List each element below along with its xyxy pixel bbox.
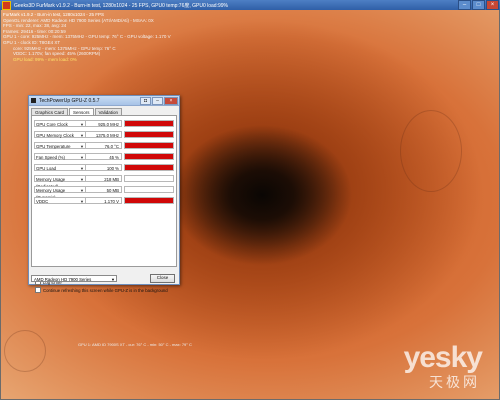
watermark-subtitle: 天极网 <box>429 374 480 390</box>
yesky-watermark: yesky 天极网 <box>403 341 483 392</box>
sensor-value: 50 MB <box>86 185 122 193</box>
chevron-down-icon: ▼ <box>80 187 84 193</box>
minimize-button[interactable]: – <box>458 0 471 10</box>
sensor-value: 45 % <box>86 152 122 160</box>
tab-sensors[interactable]: Sensors <box>69 108 94 115</box>
chevron-down-icon: ▼ <box>80 121 84 127</box>
tab-validation[interactable]: Validation <box>94 108 122 115</box>
sensor-graph-fill <box>125 120 173 126</box>
sensor-graph-fill <box>125 153 173 159</box>
chevron-down-icon: ▼ <box>80 176 84 182</box>
sensor-name: GPU Core Clock <box>36 121 68 127</box>
sketch-decoration <box>400 110 462 192</box>
sensor-row: Memory Usage (Dynamic) ▼ 50 MB <box>34 185 174 200</box>
camera-icon[interactable]: ◘ <box>140 96 151 105</box>
sensor-selector[interactable]: Memory Usage (Dedicated) ▼ <box>34 174 86 189</box>
sketch-decoration <box>4 330 46 372</box>
sensor-graph <box>124 196 174 204</box>
chevron-down-icon: ▼ <box>80 132 84 138</box>
sensor-graph-fill <box>125 197 173 203</box>
gpuz-window: TechPowerUp GPU-Z 0.5.7 ◘ – × Graphics C… <box>28 95 180 293</box>
sensor-graph-fill <box>125 142 173 148</box>
gpuz-title: TechPowerUp GPU-Z 0.5.7 <box>39 97 100 104</box>
sensor-selector[interactable]: GPU Core Clock ▼ <box>34 119 86 127</box>
window-controls: – □ × <box>458 0 500 10</box>
gpuz-tabs: Graphics Card Sensors Validation <box>29 106 179 115</box>
sensor-row: Memory Usage (Dedicated) ▼ 218 MB <box>34 174 174 189</box>
sensor-selector[interactable]: GPU Temperature ▼ <box>34 141 86 149</box>
refresh-background-option[interactable]: Continue refreshing this screen while GP… <box>35 287 168 293</box>
gpuz-app-icon <box>31 98 36 103</box>
sensor-selector[interactable]: Fan Speed (%) ▼ <box>34 152 86 160</box>
gpuz-titlebar[interactable]: TechPowerUp GPU-Z 0.5.7 ◘ – × <box>29 96 179 106</box>
sensor-selector[interactable]: VDDC ▼ <box>34 196 86 204</box>
gpuz-window-controls: ◘ – × <box>139 96 178 105</box>
sensors-panel: GPU Core Clock ▼ 925.0 MHz GPU Memory Clo… <box>31 115 177 293</box>
watermark-logo: yesky <box>403 341 483 374</box>
close-window-button[interactable]: × <box>164 96 178 105</box>
sensor-row: GPU Memory Clock ▼ 1375.0 MHz <box>34 130 174 138</box>
gpu-select-value: AMD Radeon HD 7900 Series <box>34 277 92 282</box>
chevron-down-icon: ▼ <box>80 143 84 149</box>
sensor-selector[interactable]: Memory Usage (Dynamic) ▼ <box>34 185 86 200</box>
sensor-name: VDDC <box>36 198 49 204</box>
sensor-name: GPU Temperature <box>36 143 71 149</box>
sensor-graph <box>124 174 174 182</box>
chevron-down-icon: ▼ <box>80 198 84 204</box>
sensor-graph <box>124 130 174 138</box>
sensor-graph <box>124 163 174 171</box>
gpu-select[interactable]: AMD Radeon HD 7900 Series ▼ <box>31 275 117 282</box>
minimize-button[interactable]: – <box>152 96 163 105</box>
sensor-value: 76.0 °C <box>86 141 122 149</box>
sensor-row: VDDC ▼ 1.170 V <box>34 196 174 204</box>
sensor-value: 1.170 V <box>86 196 122 204</box>
hud-overlay: FurMark v1.9.2 - Burn-in test, 1280x1024… <box>3 12 171 62</box>
furmark-titlebar[interactable]: Geeks3D FurMark v1.9.2 - Burn-in test, 1… <box>0 0 500 10</box>
close-button[interactable]: Close <box>150 274 175 283</box>
sensor-value: 925.0 MHz <box>86 119 122 127</box>
sensor-value: 218 MB <box>86 174 122 182</box>
sensor-selector[interactable]: GPU Memory Clock ▼ <box>34 130 86 138</box>
sensor-name: GPU Load <box>36 165 57 171</box>
sensor-graph <box>124 152 174 160</box>
chevron-down-icon: ▼ <box>111 277 115 282</box>
maximize-button[interactable]: □ <box>472 0 485 10</box>
sensor-value: 100 % <box>86 163 122 171</box>
chevron-down-icon: ▼ <box>80 165 84 171</box>
chevron-down-icon: ▼ <box>80 154 84 160</box>
sensor-row: GPU Load ▼ 100 % <box>34 163 174 171</box>
furmark-title: Geeks3D FurMark v1.9.2 - Burn-in test, 1… <box>14 2 228 9</box>
sensor-value: 1375.0 MHz <box>86 130 122 138</box>
refresh-background-label: Continue refreshing this screen while GP… <box>43 287 168 293</box>
tab-graphics-card[interactable]: Graphics Card <box>31 108 69 115</box>
sensor-graph <box>124 141 174 149</box>
sensor-name: GPU Memory Clock <box>36 132 74 138</box>
sensor-graph <box>124 185 174 193</box>
gpuz-footer: AMD Radeon HD 7900 Series ▼ Close <box>31 274 175 283</box>
sensor-name: Fan Speed (%) <box>36 154 65 160</box>
sensor-row: Fan Speed (%) ▼ 45 % <box>34 152 174 160</box>
refresh-background-checkbox[interactable] <box>35 287 41 293</box>
hud-line: GPU load: 99% - mem load: 0% <box>13 56 77 62</box>
furmark-app-icon <box>2 0 11 10</box>
sensor-name: Memory Usage (Dedicated) <box>36 176 66 189</box>
sensor-graph-fill <box>125 131 173 137</box>
bottom-status-line: GPU 1: AMD ID 7900S XT - cur: 76° C - mi… <box>78 342 192 347</box>
sensor-graph-fill <box>125 164 173 170</box>
sensor-name: Memory Usage (Dynamic) <box>36 187 66 200</box>
sensor-row: GPU Temperature ▼ 76.0 °C <box>34 141 174 149</box>
sensor-selector[interactable]: GPU Load ▼ <box>34 163 86 171</box>
sensor-graph <box>124 119 174 127</box>
sensor-row: GPU Core Clock ▼ 925.0 MHz <box>34 119 174 127</box>
close-window-button[interactable]: × <box>486 0 499 10</box>
